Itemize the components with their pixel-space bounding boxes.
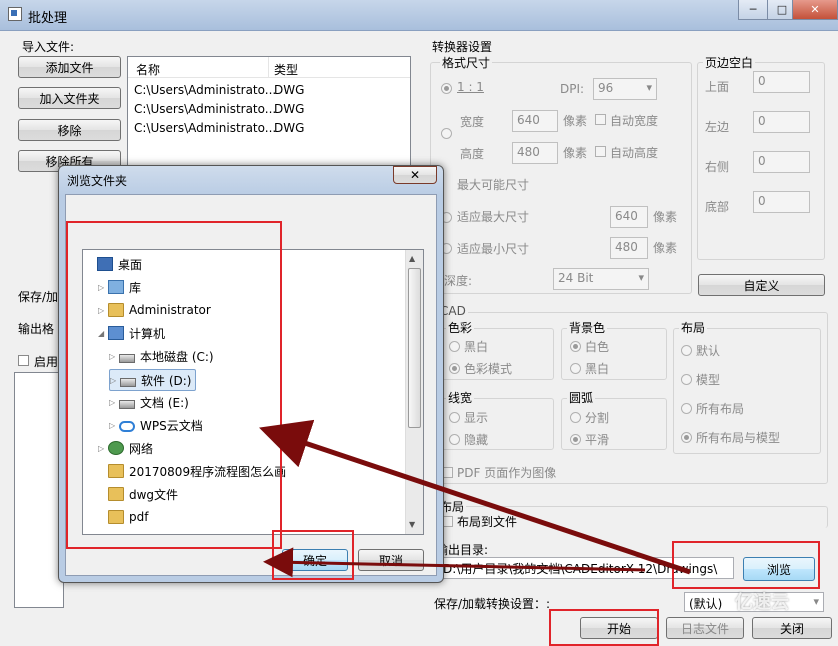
arrow-to-tree	[259, 419, 691, 575]
annotation-arrows	[259, 419, 691, 578]
arrow-to-ok	[263, 547, 646, 578]
